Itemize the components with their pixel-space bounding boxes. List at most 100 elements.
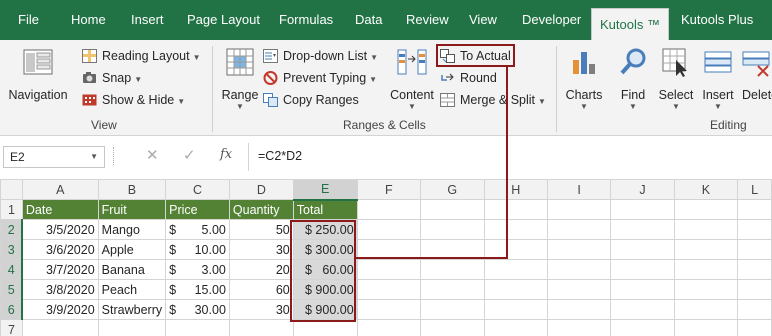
price-cell[interactable]: $3.00 (165, 259, 230, 280)
cell[interactable] (356, 199, 422, 220)
tab-data[interactable]: Data (355, 0, 382, 40)
tab-formulas[interactable]: Formulas (279, 0, 333, 40)
fruit-cell[interactable]: Peach (97, 279, 167, 300)
prevent-typing-button[interactable]: Prevent Typing ▼ (263, 68, 377, 88)
cell[interactable] (420, 319, 485, 336)
cell[interactable] (737, 299, 772, 320)
content-button[interactable]: Content ▼ (388, 46, 436, 111)
col-header-b[interactable]: B (97, 179, 167, 200)
row-header-4[interactable]: 4 (0, 259, 24, 280)
price-cell[interactable]: $15.00 (165, 279, 230, 300)
cell[interactable] (420, 219, 485, 240)
select-button[interactable]: Select ▼ (656, 46, 696, 111)
row-header-6[interactable]: 6 (0, 299, 24, 320)
cell[interactable] (673, 259, 739, 280)
insert-function-icon[interactable]: fx (220, 147, 232, 162)
fruit-cell[interactable]: Apple (97, 239, 167, 260)
row-header-3[interactable]: 3 (0, 239, 24, 260)
tab-kutools[interactable]: Kutools ™ (591, 8, 669, 40)
tab-kutools-plus[interactable]: Kutools Plus (681, 0, 753, 40)
merge-split-button[interactable]: Merge & Split ▼ (440, 90, 546, 110)
cell[interactable] (673, 239, 739, 260)
cell[interactable] (737, 219, 772, 240)
tab-insert[interactable]: Insert (131, 0, 164, 40)
header-cell-price[interactable]: Price (165, 199, 230, 220)
cell[interactable] (610, 239, 675, 260)
col-header-h[interactable]: H (483, 179, 548, 200)
row-header-5[interactable]: 5 (0, 279, 24, 300)
cell[interactable] (546, 279, 612, 300)
date-cell[interactable]: 3/9/2020 (21, 299, 99, 320)
col-header-g[interactable]: G (420, 179, 485, 200)
cell[interactable] (356, 299, 422, 320)
row-header-1[interactable]: 1 (0, 199, 23, 220)
tab-file[interactable]: File (18, 0, 39, 40)
cell[interactable] (420, 299, 485, 320)
price-cell[interactable]: $10.00 (165, 239, 230, 260)
cell[interactable] (483, 199, 548, 220)
delete-button[interactable]: Delete (740, 46, 772, 102)
tab-home[interactable]: Home (71, 0, 106, 40)
quantity-cell[interactable]: 30 (228, 239, 294, 260)
find-button[interactable]: Find ▼ (613, 46, 653, 111)
cell[interactable] (356, 219, 422, 240)
header-cell-fruit[interactable]: Fruit (97, 199, 167, 220)
cell[interactable] (21, 319, 99, 336)
cell[interactable] (483, 279, 548, 300)
cancel-icon[interactable]: ✕ (146, 146, 159, 164)
cell[interactable] (610, 319, 675, 336)
cell[interactable] (546, 319, 612, 336)
cell[interactable] (610, 299, 675, 320)
header-cell-quantity[interactable]: Quantity (228, 199, 294, 220)
cell[interactable] (356, 319, 422, 336)
cell[interactable] (356, 259, 422, 280)
cell[interactable] (546, 199, 612, 220)
fruit-cell[interactable]: Strawberry (97, 299, 167, 320)
tab-developer[interactable]: Developer (522, 0, 581, 40)
cell[interactable] (673, 279, 739, 300)
cell[interactable] (610, 259, 675, 280)
cell[interactable] (610, 199, 675, 220)
date-cell[interactable]: 3/6/2020 (21, 239, 99, 260)
col-header-c[interactable]: C (165, 179, 230, 200)
cell[interactable] (356, 279, 422, 300)
col-header-l[interactable]: L (737, 179, 772, 200)
cell[interactable] (546, 299, 612, 320)
formula-bar-grip[interactable] (113, 147, 115, 165)
tab-view[interactable]: View (469, 0, 497, 40)
show-hide-button[interactable]: Show & Hide ▼ (82, 90, 185, 110)
date-cell[interactable]: 3/5/2020 (21, 219, 99, 240)
cell[interactable] (673, 199, 739, 220)
date-cell[interactable]: 3/8/2020 (21, 279, 99, 300)
formula-input[interactable]: =C2*D2 (258, 149, 302, 163)
chevron-down-icon[interactable]: ▼ (90, 147, 98, 167)
cell[interactable] (546, 219, 612, 240)
select-all-corner[interactable] (0, 179, 23, 200)
fruit-cell[interactable]: Banana (97, 259, 167, 280)
quantity-cell[interactable]: 60 (228, 279, 294, 300)
navigation-button[interactable]: Navigation (6, 46, 70, 102)
tab-page-layout[interactable]: Page Layout (187, 0, 260, 40)
cell[interactable] (737, 259, 772, 280)
cell[interactable] (737, 279, 772, 300)
cell[interactable] (737, 199, 772, 220)
quantity-cell[interactable]: 30 (228, 299, 294, 320)
col-header-a[interactable]: A (21, 179, 99, 200)
cell[interactable] (97, 319, 167, 336)
quantity-cell[interactable]: 50 (228, 219, 294, 240)
cell[interactable] (483, 319, 548, 336)
col-header-j[interactable]: J (610, 179, 675, 200)
cell[interactable] (483, 299, 548, 320)
cell[interactable] (546, 239, 612, 260)
fruit-cell[interactable]: Mango (97, 219, 167, 240)
cell[interactable] (673, 219, 739, 240)
cell[interactable] (420, 259, 485, 280)
row-header-2[interactable]: 2 (0, 219, 24, 240)
quantity-cell[interactable]: 20 (228, 259, 294, 280)
col-header-d[interactable]: D (228, 179, 294, 200)
snap-button[interactable]: Snap ▼ (82, 68, 142, 88)
cell[interactable] (228, 319, 294, 336)
range-button[interactable]: Range ▼ (218, 46, 262, 111)
charts-button[interactable]: Charts ▼ (562, 46, 606, 111)
cell[interactable] (610, 279, 675, 300)
